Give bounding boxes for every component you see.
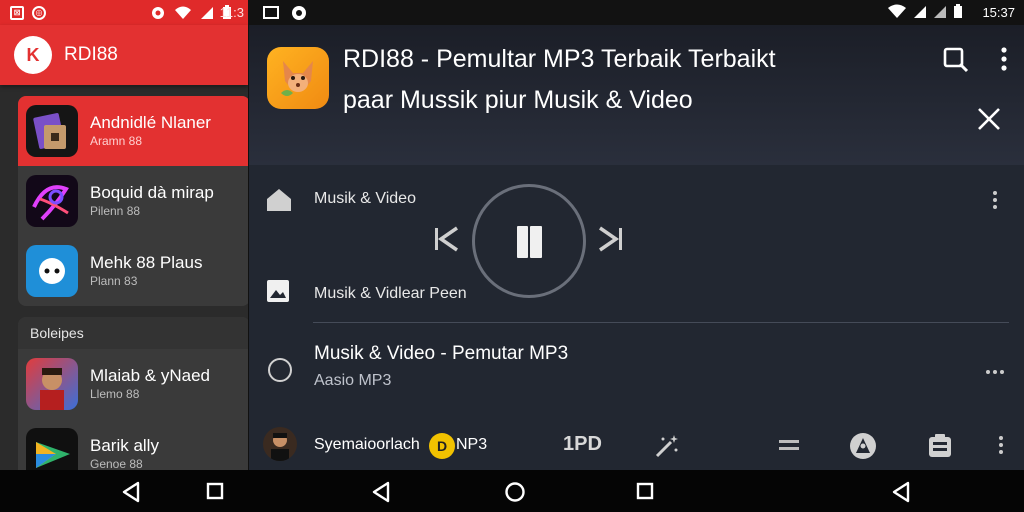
right-status-bar: 15:37 bbox=[249, 0, 1024, 25]
list-item-subtitle: Genoe 88 bbox=[90, 457, 143, 470]
menu-item-label[interactable]: Musik & Video bbox=[314, 190, 416, 208]
page-title: RDI88 - Pemultar MP3 Terbaik Terbaikt bbox=[343, 45, 776, 73]
settings-icon bbox=[292, 5, 306, 20]
notification-icon: ⊠ bbox=[10, 5, 24, 20]
list-item[interactable]: Mlaiab & yNaed Llemo 88 bbox=[18, 349, 248, 419]
back-icon[interactable] bbox=[890, 481, 912, 503]
status-time: 15:37 bbox=[982, 5, 1015, 20]
format-badge: D bbox=[429, 433, 455, 459]
more-horiz-icon[interactable] bbox=[985, 368, 1005, 376]
list-item-subtitle: Pilenn 88 bbox=[90, 204, 141, 218]
more-vert-icon[interactable] bbox=[997, 435, 1005, 455]
app-list-card: Andnidlé Nlaner Aramn 88 Boquid dà mirap… bbox=[18, 96, 248, 306]
equalizer-icon[interactable] bbox=[778, 439, 800, 451]
left-status-bar: ⊠ ◎ 11:3 bbox=[0, 0, 248, 25]
close-icon[interactable] bbox=[975, 105, 1003, 133]
list-item-title: Andnidlé Nlaner bbox=[90, 113, 211, 132]
wifi-icon bbox=[175, 6, 191, 19]
list-item-title: Barik ally bbox=[90, 436, 159, 455]
magic-wand-icon[interactable] bbox=[654, 433, 680, 459]
list-item[interactable]: Barik ally Genoe 88 bbox=[18, 419, 248, 470]
signal-icon bbox=[914, 5, 926, 18]
page-subtitle: paar Mussik piur Musik & Video bbox=[343, 86, 693, 114]
app-logo[interactable]: K bbox=[14, 36, 52, 74]
window-icon bbox=[263, 5, 279, 19]
recents-icon[interactable] bbox=[205, 481, 225, 501]
signal-icon bbox=[934, 5, 946, 18]
app-icon bbox=[267, 47, 329, 109]
radio-button[interactable] bbox=[268, 358, 292, 382]
track-title[interactable]: Musik & Video - Pemutar MP3 bbox=[314, 343, 568, 365]
music-player-window: 15:37 RDI88 - Pemultar MP3 Terbaik Terba… bbox=[248, 0, 1024, 470]
more-vert-icon[interactable] bbox=[991, 190, 999, 210]
more-vert-icon[interactable] bbox=[994, 45, 1014, 73]
now-playing-artist: Syemaioorlach bbox=[314, 436, 420, 453]
menu-item-label[interactable]: Musik & Vidlear Peen bbox=[314, 285, 467, 303]
divider bbox=[313, 322, 1009, 323]
list-item-title: Mehk 88 Plaus bbox=[90, 253, 203, 272]
list-item[interactable]: Andnidlé Nlaner Aramn 88 bbox=[18, 96, 248, 166]
app-thumbnail bbox=[26, 428, 78, 470]
pause-icon bbox=[517, 226, 542, 258]
screenshot-icon: ◎ bbox=[32, 5, 46, 20]
section-card: Boleipes Mlaiab & yNaed Llemo 88 Barik a… bbox=[18, 317, 248, 470]
skip-next-icon[interactable] bbox=[596, 226, 624, 252]
avatar[interactable] bbox=[263, 427, 297, 461]
track-subtitle: Aasio MP3 bbox=[314, 372, 392, 389]
skip-previous-icon[interactable] bbox=[433, 226, 461, 252]
battery-icon bbox=[954, 4, 962, 18]
system-nav-bar bbox=[0, 470, 1024, 512]
signal-icon bbox=[201, 6, 213, 19]
list-item[interactable]: Mehk 88 Plaus Plann 83 bbox=[18, 236, 248, 306]
list-item-subtitle: Llemo 88 bbox=[90, 387, 140, 401]
back-icon[interactable] bbox=[370, 481, 392, 503]
list-item-subtitle: Aramn 88 bbox=[90, 134, 143, 148]
app-thumbnail bbox=[26, 245, 78, 297]
home-icon bbox=[267, 189, 291, 211]
left-app-window: ⊠ ◎ 11:3 K RDI88 Andnidlé Nlaner Aramn 8… bbox=[0, 0, 248, 470]
app-thumbnail bbox=[26, 105, 78, 157]
left-app-bar: K RDI88 bbox=[0, 25, 248, 85]
location-icon bbox=[152, 6, 164, 19]
play-pause-button[interactable] bbox=[472, 184, 586, 298]
home-circle-icon[interactable] bbox=[504, 481, 526, 503]
section-title: Boleipes bbox=[18, 317, 248, 349]
now-playing-format: NP3 bbox=[456, 436, 488, 453]
wifi-icon bbox=[888, 4, 906, 18]
app-title: RDI88 bbox=[64, 44, 118, 65]
search-icon[interactable] bbox=[941, 45, 969, 73]
image-icon bbox=[267, 280, 289, 302]
list-item[interactable]: Boquid dà mirap Pilenn 88 bbox=[18, 166, 248, 236]
recents-icon[interactable] bbox=[635, 481, 655, 501]
status-time: 11:3 bbox=[219, 5, 244, 20]
quality-label[interactable]: 1ΡD bbox=[563, 433, 602, 456]
back-icon[interactable] bbox=[120, 481, 142, 503]
player-header: RDI88 - Pemultar MP3 Terbaik Terbaikt pa… bbox=[249, 25, 1024, 165]
list-item-title: Mlaiab & yNaed bbox=[90, 366, 211, 385]
list-item-title: Boquid dà mirap bbox=[90, 183, 214, 202]
list-item-subtitle: Plann 83 bbox=[90, 274, 138, 288]
player-body: Musik & Video Musik & Vidlear Peen Musik… bbox=[249, 165, 1024, 470]
app-thumbnail bbox=[26, 175, 78, 227]
library-icon[interactable] bbox=[927, 433, 953, 459]
app-thumbnail bbox=[26, 358, 78, 410]
profile-icon[interactable] bbox=[848, 431, 878, 461]
